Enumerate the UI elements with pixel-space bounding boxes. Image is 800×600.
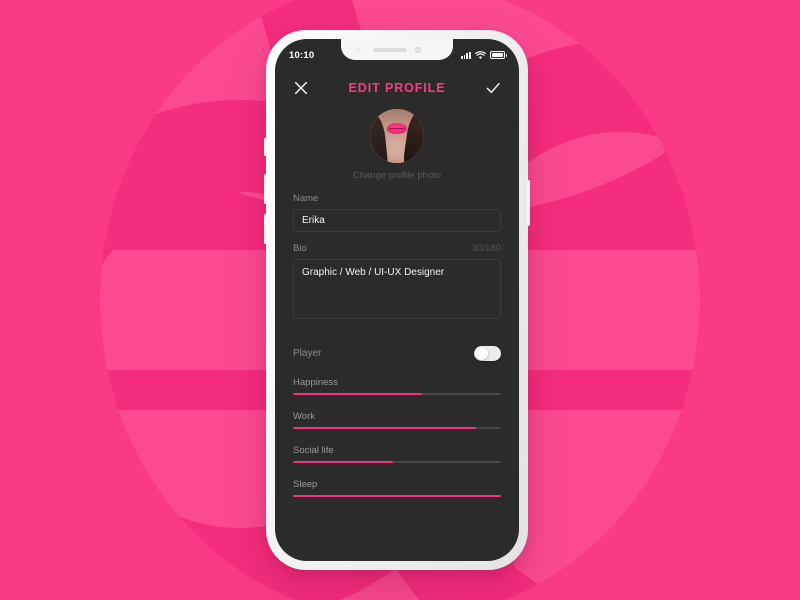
player-toggle-switch[interactable] — [474, 346, 501, 361]
player-toggle-label: Player — [293, 348, 322, 359]
slider-sleep[interactable]: Sleep — [293, 479, 501, 497]
power-button[interactable] — [527, 180, 530, 226]
bio-field-block: Bio 30/180 Graphic / Web / UI-UX Designe… — [293, 243, 501, 324]
slider-track[interactable] — [293, 393, 501, 395]
front-camera-icon — [415, 46, 421, 53]
edit-profile-form: Change profile photo Name Bio 30/180 Gra… — [275, 109, 519, 497]
checkmark-icon[interactable] — [485, 80, 501, 96]
app-header: EDIT PROFILE — [275, 67, 519, 109]
slider-track[interactable] — [293, 495, 501, 497]
volume-up-button[interactable] — [264, 174, 267, 204]
slider-fill — [293, 393, 422, 395]
name-field-block: Name — [293, 193, 501, 232]
bio-textarea[interactable]: Graphic / Web / UI-UX Designer — [293, 259, 501, 319]
slider-happiness[interactable]: Happiness — [293, 377, 501, 395]
player-toggle-row: Player — [293, 346, 501, 361]
avatar[interactable] — [370, 109, 424, 163]
earpiece-speaker-icon — [373, 47, 407, 52]
toggle-knob — [475, 347, 488, 360]
slider-fill — [293, 427, 477, 429]
close-x-icon[interactable] — [293, 80, 309, 96]
slider-track[interactable] — [293, 461, 501, 463]
slider-label: Happiness — [293, 377, 338, 388]
slider-label: Sleep — [293, 479, 318, 490]
slider-label: Social life — [293, 445, 334, 456]
bio-label-row: Bio 30/180 — [293, 243, 501, 254]
status-time: 10:10 — [289, 49, 315, 61]
name-label-row: Name — [293, 193, 501, 204]
proximity-sensor-icon — [355, 47, 360, 52]
page-title: EDIT PROFILE — [348, 81, 446, 95]
slider-label: Work — [293, 411, 315, 422]
signal-bars-icon — [460, 51, 471, 59]
change-profile-photo-button[interactable]: Change profile photo — [353, 170, 441, 181]
phone-notch — [341, 39, 453, 60]
slider-fill — [293, 495, 501, 497]
slider-social-life[interactable]: Social life — [293, 445, 501, 463]
avatar-section: Change profile photo — [293, 109, 501, 181]
phone-screen: 10:10 EDIT PROFILE Change profile photo … — [275, 39, 519, 561]
slider-list: Happiness Work Social life Sleep — [293, 377, 501, 497]
status-icons — [460, 47, 507, 60]
phone-mockup: 10:10 EDIT PROFILE Change profile photo … — [264, 30, 530, 570]
battery-full-icon — [490, 51, 507, 59]
bio-character-counter: 30/180 — [471, 243, 501, 254]
wifi-icon — [475, 50, 486, 59]
slider-work[interactable]: Work — [293, 411, 501, 429]
name-label: Name — [293, 193, 319, 204]
slider-track[interactable] — [293, 427, 501, 429]
name-input[interactable] — [293, 209, 501, 232]
volume-down-button[interactable] — [264, 214, 267, 244]
mute-switch-button[interactable] — [264, 138, 267, 156]
slider-fill — [293, 461, 393, 463]
bio-label: Bio — [293, 243, 307, 254]
avatar-shading — [370, 109, 424, 163]
